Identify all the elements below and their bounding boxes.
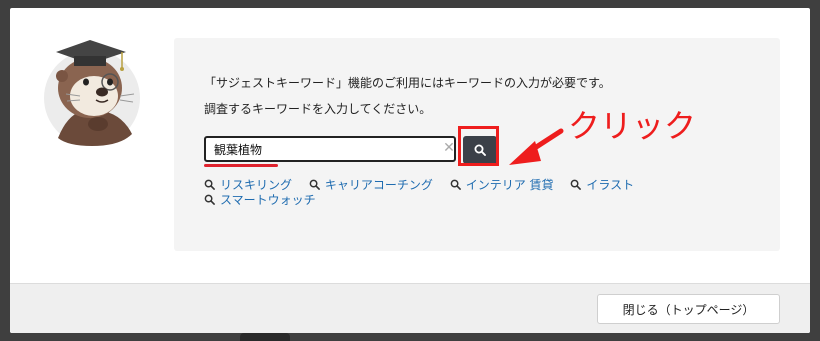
clear-x-icon[interactable]: ✕ — [442, 141, 456, 155]
keyword-required-message: 「サジェストキーワード」機能のご利用にはキーワードの入力が必要です。 — [204, 76, 611, 90]
suggestion-label: インテリア 賃貸 — [465, 178, 554, 192]
suggestion-label: キャリアコーチング — [324, 178, 433, 192]
search-icon — [450, 179, 461, 190]
suggested-keywords: リスキリング キャリアコーチング インテリア 賃貸 イラスト スマートウォッチ — [204, 178, 724, 208]
search-button[interactable] — [463, 136, 497, 164]
sea-otter-mascot-avatar — [40, 38, 144, 148]
suggestion-label: イラスト — [586, 178, 635, 192]
background-shape — [240, 333, 290, 341]
click-annotation-label: クリック — [568, 107, 697, 145]
suggestion-label: リスキリング — [220, 178, 293, 192]
suggestion-link[interactable]: スマートウォッチ — [204, 193, 316, 208]
suggest-keyword-modal: 「サジェストキーワード」機能のご利用にはキーワードの入力が必要です。 調査するキ… — [10, 8, 810, 333]
keyword-search-input[interactable] — [204, 136, 456, 162]
suggestion-link[interactable]: イラスト — [570, 178, 634, 193]
search-icon — [309, 179, 320, 190]
suggestion-link[interactable]: リスキリング — [204, 178, 292, 193]
search-icon — [570, 179, 582, 190]
close-to-top-page-button[interactable]: 閉じる（トップページ） — [597, 294, 780, 324]
red-arrow-annotation — [509, 128, 564, 165]
suggestion-link[interactable]: インテリア 賃貸 — [450, 178, 554, 193]
search-icon — [204, 194, 215, 205]
search-icon — [474, 144, 486, 156]
search-icon — [204, 179, 215, 190]
modal-footer: 閉じる（トップページ） — [10, 283, 810, 333]
input-red-underline — [204, 164, 278, 167]
suggestion-label: スマートウォッチ — [220, 193, 316, 207]
enter-keyword-instruction: 調査するキーワードを入力してください。 — [204, 102, 432, 116]
suggestion-link[interactable]: キャリアコーチング — [309, 178, 433, 193]
